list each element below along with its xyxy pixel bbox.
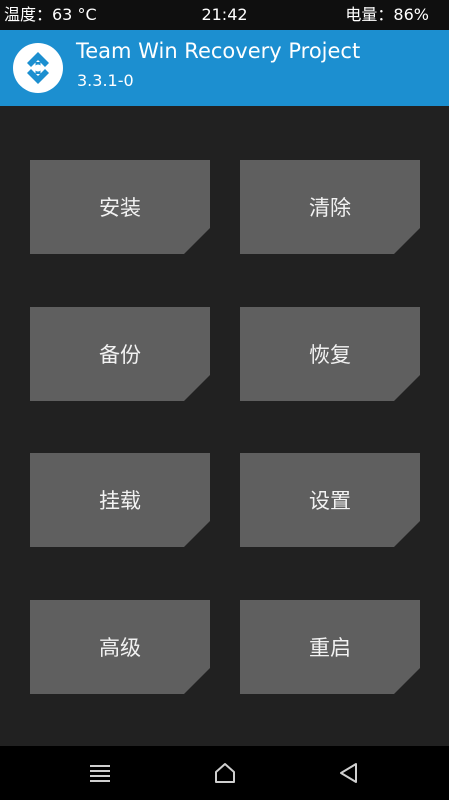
- backup-button[interactable]: 备份: [30, 307, 210, 401]
- back-icon[interactable]: [335, 760, 363, 786]
- reboot-label: 重启: [309, 636, 351, 660]
- backup-label: 备份: [99, 343, 141, 367]
- wipe-label: 清除: [309, 196, 351, 220]
- install-button[interactable]: 安装: [30, 160, 210, 254]
- navigation-bar: [0, 746, 449, 800]
- restore-button[interactable]: 恢复: [240, 307, 420, 401]
- app-version: 3.3.1-0: [77, 71, 134, 90]
- status-battery: 电量：86%: [345, 5, 429, 24]
- status-bar: 21:42 温度：63 °C 电量：86%: [0, 0, 449, 30]
- install-label: 安装: [99, 196, 141, 220]
- status-temperature: 温度：63 °C: [4, 5, 97, 24]
- home-icon[interactable]: [211, 760, 239, 786]
- twrp-logo-icon: [13, 43, 63, 93]
- wipe-button[interactable]: 清除: [240, 160, 420, 254]
- mount-label: 挂载: [99, 489, 141, 513]
- menu-icon[interactable]: [86, 760, 114, 786]
- settings-label: 设置: [309, 489, 351, 513]
- advanced-button[interactable]: 高级: [30, 600, 210, 694]
- settings-button[interactable]: 设置: [240, 453, 420, 547]
- advanced-label: 高级: [99, 636, 141, 660]
- reboot-button[interactable]: 重启: [240, 600, 420, 694]
- app-title: Team Win Recovery Project: [76, 39, 361, 63]
- mount-button[interactable]: 挂载: [30, 453, 210, 547]
- app-header: Team Win Recovery Project 3.3.1-0: [0, 30, 449, 106]
- restore-label: 恢复: [309, 343, 351, 367]
